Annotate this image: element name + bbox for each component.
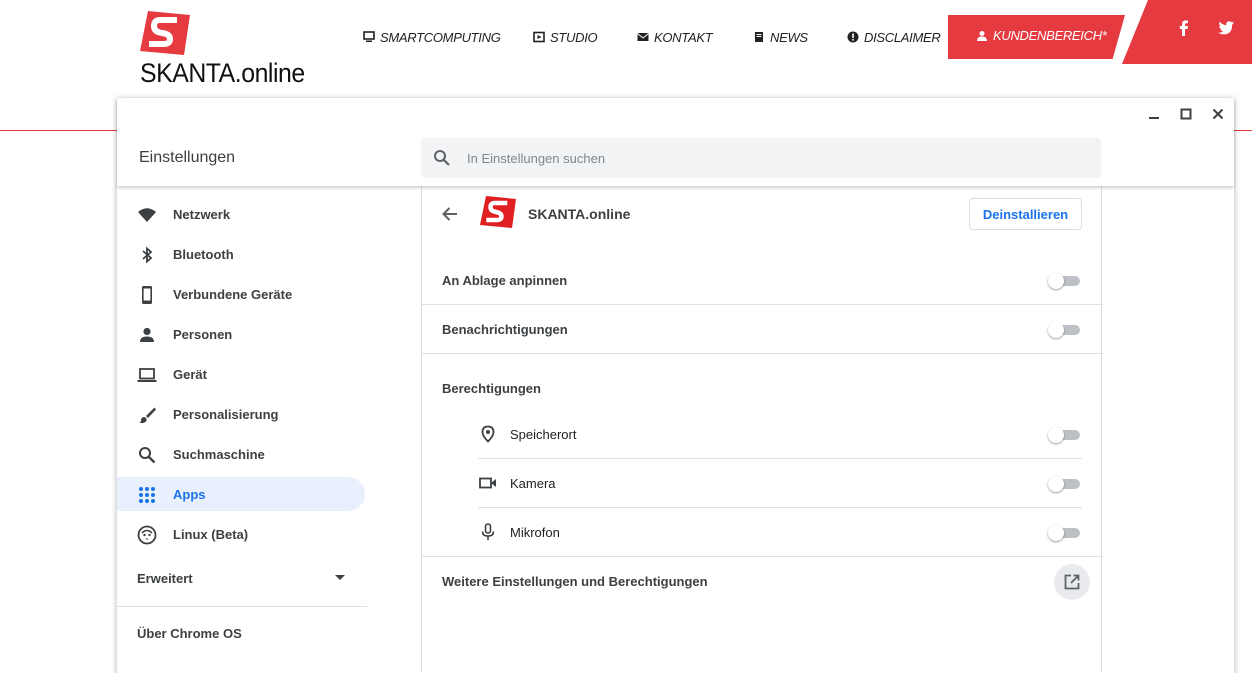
row-divider [478,458,1082,459]
settings-sidebar: Netzwerk Bluetooth Verbundene Geräte Per… [117,186,367,673]
sidebar-advanced-toggle[interactable]: Erweitert [137,571,347,591]
skanta-app-icon [480,196,516,228]
settings-search[interactable] [421,138,1101,178]
permission-location-label: Speicherort [510,427,577,442]
toggle-knob [1048,427,1064,443]
apps-grid-icon [139,487,155,503]
permission-camera-toggle[interactable] [1048,476,1080,492]
nav-disclaimer[interactable]: DISCLAIMER [847,28,941,46]
nav-label: SMARTCOMPUTING [380,29,501,45]
search-input[interactable] [467,138,1067,178]
close-icon[interactable] [1210,106,1226,122]
pin-to-shelf-label: An Ablage anpinnen [442,273,568,288]
toggle-knob [1048,322,1064,338]
sidebar-item-personen[interactable]: Personen [117,317,365,351]
sidebar-item-linux-beta[interactable]: Linux (Beta) [117,517,365,551]
sidebar-item-personalisierung[interactable]: Personalisierung [117,397,365,431]
more-settings-label[interactable]: Weitere Einstellungen und Berechtigungen [442,574,708,589]
laptop-icon [137,368,157,382]
film-icon [533,31,545,43]
sidebar-item-apps[interactable]: Apps [117,477,365,511]
app-detail-card: SKANTA.online Deinstallieren An Ablage a… [421,186,1103,673]
person-icon [140,327,154,342]
sidebar-item-netzwerk[interactable]: Netzwerk [117,197,365,231]
nav-studio[interactable]: STUDIO [533,28,598,46]
permission-location-toggle[interactable] [1048,427,1080,443]
mail-icon [637,33,649,41]
customer-area-label-wrap: KUNDENBEREICH* [976,28,1107,43]
sidebar-item-bluetooth[interactable]: Bluetooth [117,237,365,271]
sidebar-item-label: Netzwerk [173,206,231,222]
sidebar-item-label: Verbundene Geräte [173,286,293,302]
permission-microphone-label: Mikrofon [510,525,560,540]
book-icon [755,32,763,42]
phone-icon [142,286,152,304]
uninstall-button[interactable]: Deinstallieren [969,198,1082,230]
sidebar-divider [117,606,367,607]
sidebar-item-verbundene-geraete[interactable]: Verbundene Geräte [117,277,365,311]
permissions-heading: Berechtigungen [442,381,541,396]
settings-topbar: Einstellungen [117,98,1234,186]
nav-smartcomputing[interactable]: SMARTCOMPUTING [363,28,501,46]
sidebar-item-label: Apps [173,486,206,502]
row-divider [478,507,1082,508]
videocam-icon [479,477,496,489]
nav-label: DISCLAIMER [864,29,941,45]
app-name: SKANTA.online [528,206,631,222]
sidebar-item-label: Bluetooth [173,246,234,262]
location-pin-icon [481,425,495,443]
nav-label: KONTAKT [654,29,713,45]
settings-window: Einstellungen Netzwerk Bluetooth Verbund… [117,98,1234,673]
nav-news[interactable]: NEWS [753,28,808,46]
open-external-button[interactable] [1054,564,1090,600]
screen: SKANTA.online SMARTCOMPUTING STUDIO KONT… [0,0,1252,673]
bluetooth-icon [142,246,153,264]
linux-penguin-icon [137,525,157,545]
caret-down-icon [335,575,345,580]
sidebar-item-label: Personalisierung [173,406,279,422]
twitter-icon[interactable] [1216,18,1236,38]
user-icon [977,30,987,41]
sidebar-item-label: Personen [173,326,233,342]
toggle-knob [1048,476,1064,492]
nav-kontakt[interactable]: KONTAKT [637,28,713,46]
monitor-icon [363,31,375,42]
row-divider [422,556,1103,557]
back-arrow-icon[interactable] [438,202,462,226]
settings-title: Einstellungen [139,149,236,166]
permission-camera-label: Kamera [510,476,556,491]
pin-to-shelf-toggle[interactable] [1048,273,1080,289]
skanta-logo-icon[interactable] [140,11,190,55]
social-bar [1122,0,1252,64]
sidebar-item-label: Gerät [173,366,207,382]
row-divider [422,353,1103,354]
microphone-icon [481,523,495,540]
minimize-icon[interactable] [1146,106,1162,122]
nav-label: NEWS [770,29,808,45]
sidebar-item-geraet[interactable]: Gerät [117,357,365,391]
sidebar-advanced-label: Erweitert [137,571,193,586]
row-divider [422,304,1103,305]
toggle-knob [1048,273,1064,289]
info-icon [847,31,859,43]
sidebar-item-label: Suchmaschine [173,446,265,462]
wifi-icon [138,208,156,222]
sidebar-about-chrome-os[interactable]: Über Chrome OS [137,626,242,641]
facebook-icon[interactable] [1174,18,1194,38]
sidebar-item-suchmaschine[interactable]: Suchmaschine [117,437,365,471]
customer-area-label: KUNDENBEREICH* [993,28,1107,43]
search-icon [434,150,450,166]
site-brand[interactable]: SKANTA.online [140,58,305,89]
nav-label: STUDIO [550,29,598,45]
maximize-icon[interactable] [1178,106,1194,122]
search-icon [139,447,156,464]
notifications-toggle[interactable] [1048,322,1080,338]
notifications-label: Benachrichtigungen [442,322,568,337]
sidebar-item-label: Linux (Beta) [173,526,249,542]
permission-microphone-toggle[interactable] [1048,525,1080,541]
customer-area-button[interactable]: KUNDENBEREICH* [948,15,1125,59]
toggle-knob [1048,525,1064,541]
brush-icon [139,407,156,424]
open-in-new-icon [1064,574,1080,590]
